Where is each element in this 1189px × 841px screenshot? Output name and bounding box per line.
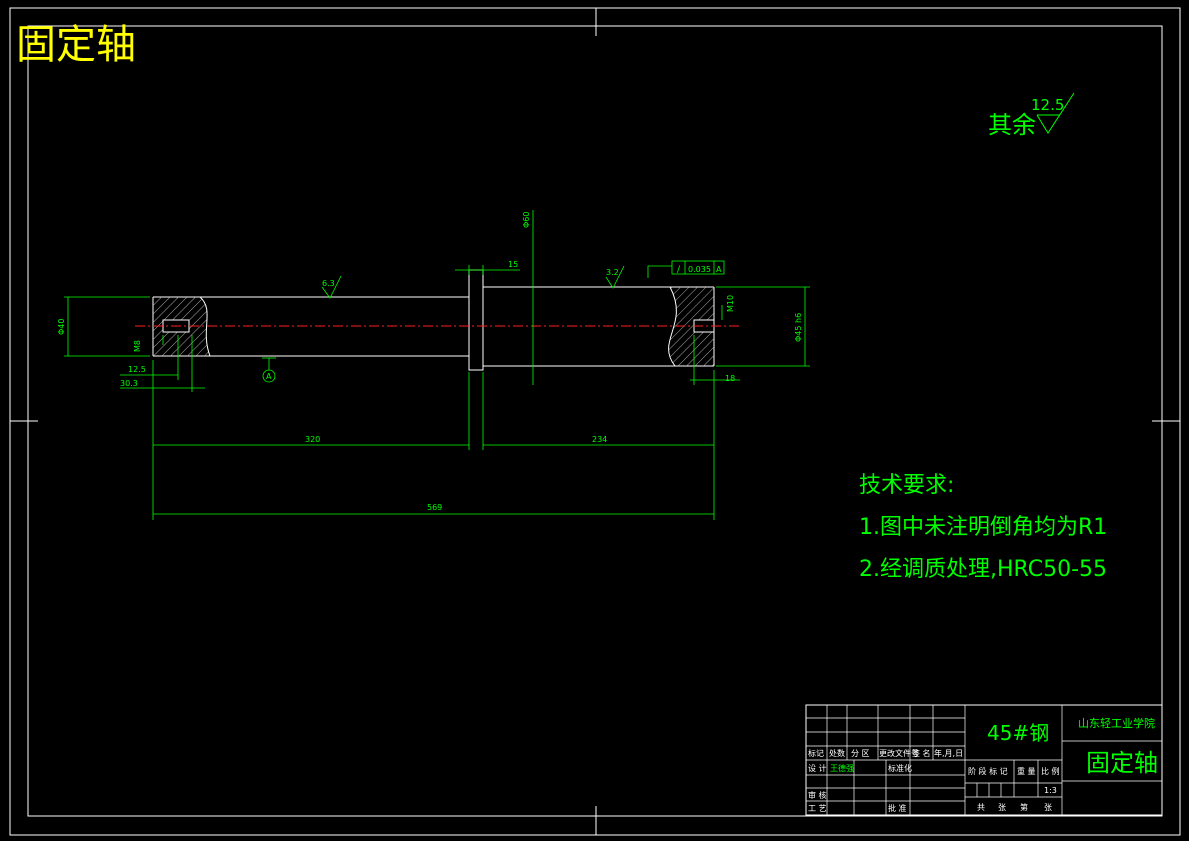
tb-sheet-3: 张	[1044, 803, 1052, 812]
dim-right-length: 234	[592, 435, 607, 444]
tolerance-frame: / 0.035 A	[671, 260, 725, 275]
tb-header-0: 标记	[808, 748, 824, 758]
dim-right-dia: Φ45 h6	[794, 313, 803, 342]
tb-stage-2: 比 例	[1041, 766, 1060, 776]
tb-sheet-1: 张	[998, 803, 1006, 812]
dim-right-hole-depth: 18	[725, 374, 735, 383]
tb-school: 山东轻工业学院	[1078, 716, 1155, 730]
surface-mark-left: 6.3	[322, 279, 335, 288]
tech-heading: 技术要求:	[859, 473, 954, 498]
surface-mark-right: 3.2	[606, 268, 619, 277]
tb-standardize: 标准化	[888, 763, 912, 773]
dim-shoulder-width: 15	[508, 260, 518, 269]
tolerance-value: 0.035	[688, 265, 711, 274]
tb-scale: 1:3	[1044, 786, 1057, 795]
roughness-value: 12.5	[1031, 96, 1064, 114]
tb-process: 工 艺	[808, 804, 827, 813]
shaft-outline	[152, 269, 715, 371]
tb-design-label: 设 计	[808, 763, 827, 773]
tb-stage-1: 重 量	[1017, 766, 1036, 776]
tolerance-datum: A	[716, 265, 722, 274]
roughness-symbol: 其余 12.5	[988, 92, 1075, 139]
dim-flange-dia: Φ60	[522, 212, 531, 228]
drawing-sheet: 固定轴 其余 12.5 / 0.035 A A 6.3 3.2 320 234 …	[9, 7, 1181, 836]
drawing-title: 固定轴	[16, 22, 136, 68]
dim-left-length: 320	[305, 435, 320, 444]
tb-material: 45#钢	[987, 721, 1049, 745]
dim-hole-depth-2: 30.3	[120, 379, 138, 388]
tb-designer: 王德强	[830, 763, 854, 773]
tb-header-5: 年,月,日	[934, 748, 963, 758]
tech-requirements: 技术要求: 1.图中未注明倒角均为R1 2.经调质处理,HRC50-55	[859, 473, 1107, 582]
tb-stage-0: 阶 段 标 记	[968, 766, 1008, 776]
dim-thread-left: M8	[133, 340, 142, 352]
datum-label: A	[266, 372, 272, 381]
roughness-label: 其余	[988, 111, 1036, 139]
tb-sheet-0: 共	[977, 803, 985, 812]
dim-left-dia: Φ40	[57, 319, 66, 335]
tb-header-2: 分 区	[851, 749, 870, 758]
dim-thread-right: M10	[726, 295, 735, 312]
title-block: 45#钢 山东轻工业学院 固定轴 标记 处数 分 区 更改文件号 签 名 年,月…	[805, 704, 1163, 816]
tb-header-4: 签 名	[912, 748, 931, 758]
dim-hole-depth-1: 12.5	[128, 365, 146, 374]
tech-item-1: 1.图中未注明倒角均为R1	[859, 515, 1107, 540]
dim-total-length: 569	[427, 503, 442, 512]
tb-part-name: 固定轴	[1086, 749, 1158, 777]
tb-approve: 批 准	[888, 803, 907, 813]
inner-border	[27, 25, 1163, 817]
tb-header-1: 处数	[829, 748, 845, 758]
tb-review: 审 核	[808, 790, 827, 800]
tolerance-symbol: /	[677, 265, 681, 275]
tech-item-2: 2.经调质处理,HRC50-55	[859, 557, 1107, 582]
tb-sheet-2: 第	[1020, 802, 1028, 812]
